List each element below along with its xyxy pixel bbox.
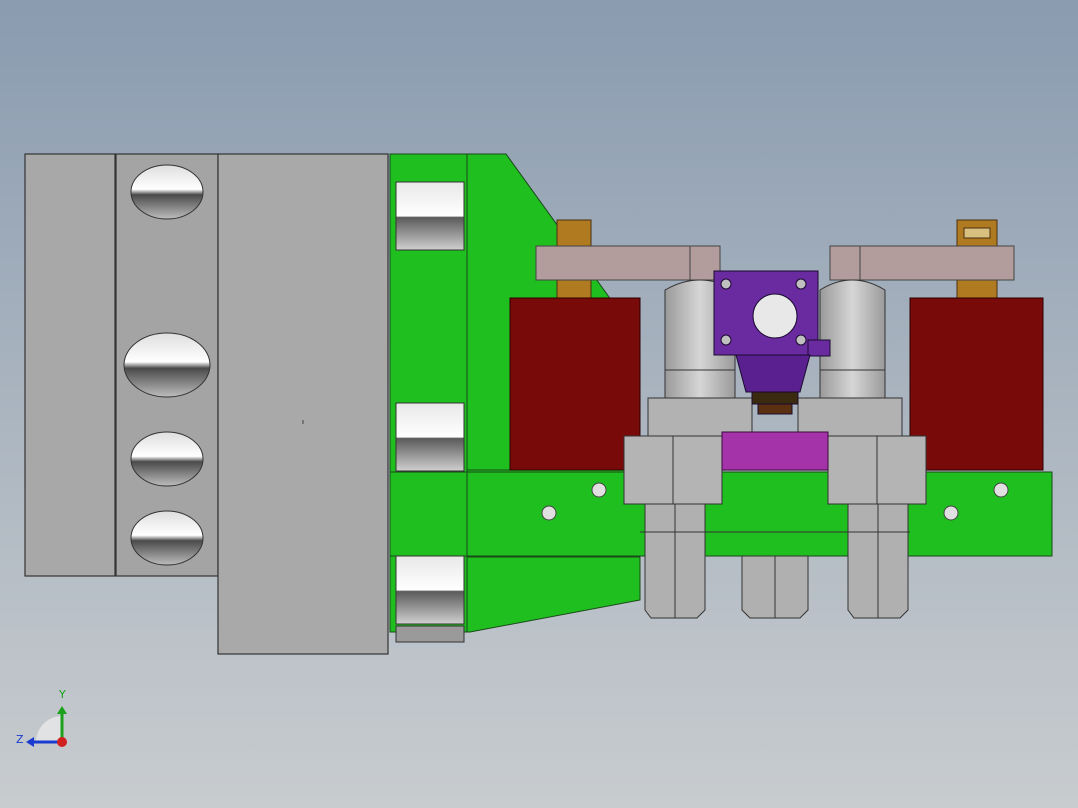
left-housing bbox=[24, 153, 389, 655]
origin-dot bbox=[57, 737, 67, 747]
triad-z-label: Z bbox=[16, 733, 24, 746]
cad-model-view[interactable] bbox=[0, 0, 1078, 808]
axis-triad bbox=[26, 706, 67, 747]
graphics-viewport[interactable]: Y Z bbox=[0, 0, 1078, 808]
magenta-slide-plate bbox=[721, 431, 829, 471]
triad-y-label: Y bbox=[59, 688, 66, 701]
